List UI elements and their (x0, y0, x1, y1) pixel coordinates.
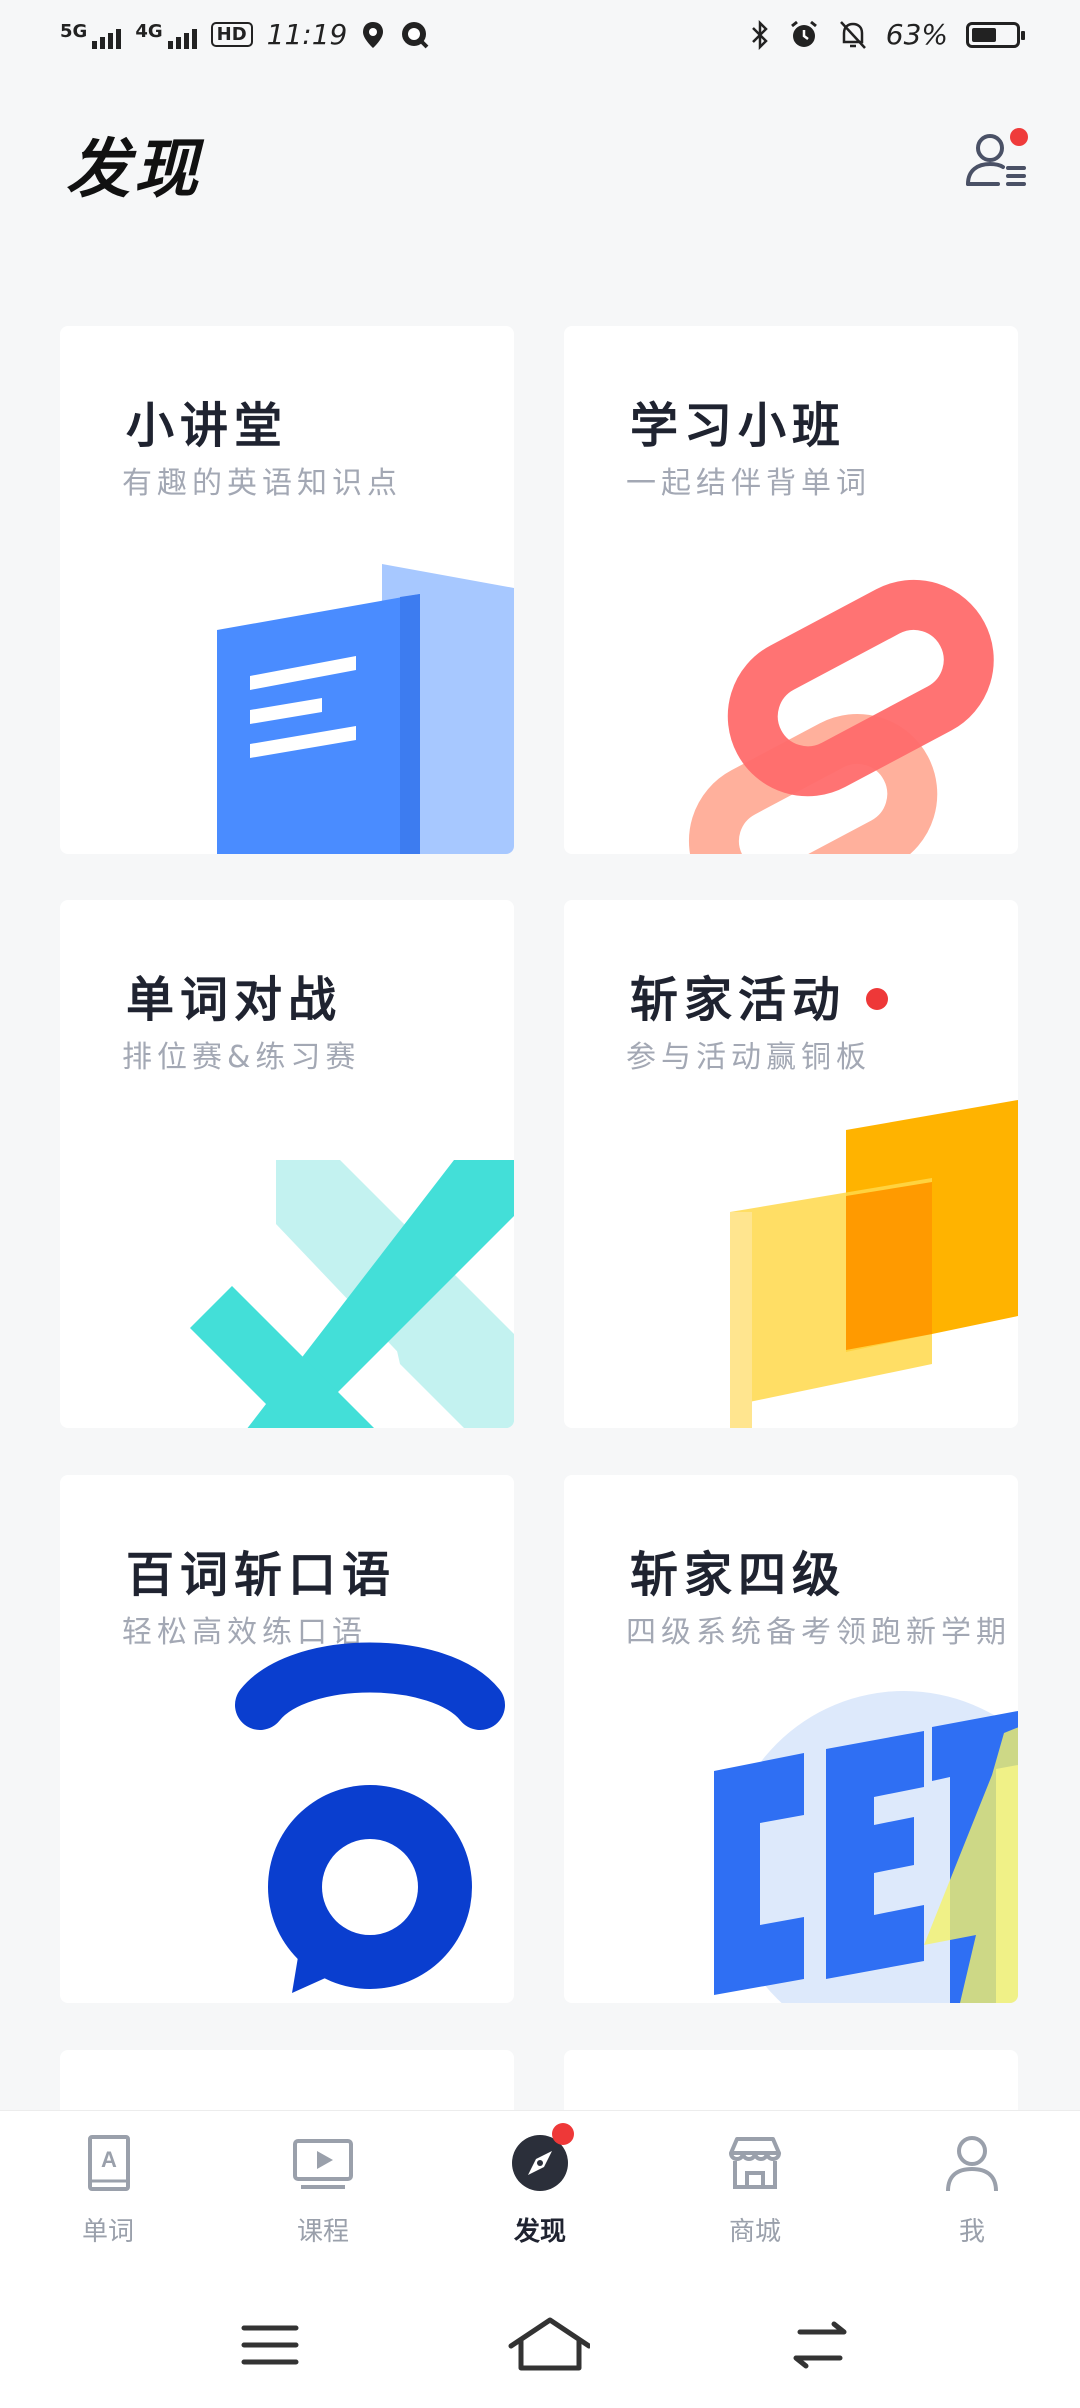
speech-logo-icon (235, 1642, 505, 1993)
signal-5g-icon: 5G (60, 21, 122, 49)
nav-label: 我 (958, 2217, 985, 2247)
signal-4g-icon: 4G (135, 21, 197, 49)
card-cet4[interactable]: 斩家四级 四级系统备考领跑新学期 (564, 1475, 1018, 2003)
cet4-icon (714, 1691, 1018, 2003)
video-icon (293, 2139, 353, 2189)
card-study-group[interactable]: 学习小班 一起结伴背单词 (564, 326, 1018, 854)
document-icon (217, 564, 514, 854)
notification-dot (552, 2123, 574, 2145)
nav-label: 商城 (728, 2217, 781, 2247)
nav-item-courses[interactable]: 课程 (263, 2131, 383, 2248)
back-icon[interactable] (780, 2310, 860, 2380)
person-icon (946, 2136, 998, 2192)
mute-icon (839, 20, 866, 49)
book-icon: A (88, 2135, 130, 2191)
flag-icon (730, 1100, 1018, 1428)
bottom-nav: A 单词 课程 发现 商城 我 (0, 2110, 1080, 2281)
home-icon[interactable] (500, 2310, 590, 2380)
nav-item-me[interactable]: 我 (912, 2131, 1032, 2248)
card-mini-lecture[interactable]: 小讲堂 有趣的英语知识点 (60, 326, 514, 854)
card-events[interactable]: 斩家活动 参与活动赢铜板 (564, 900, 1018, 1428)
status-bar: 5G 4G HD 11:19 63% (0, 0, 1080, 80)
page-title: 发现 (66, 133, 202, 207)
bluetooth-icon (751, 19, 768, 50)
status-time: 11:19 (266, 18, 348, 51)
location-icon (363, 21, 384, 48)
nav-item-store[interactable]: 商城 (695, 2131, 815, 2248)
system-nav-bar (0, 2280, 1080, 2408)
card-speaking[interactable]: 百词斩口语 轻松高效练口语 (60, 1475, 514, 2003)
menu-icon[interactable] (230, 2310, 310, 2380)
hd-badge: HD (210, 22, 253, 47)
card-word-battle[interactable]: 单词对战 排位赛&练习赛 (60, 900, 514, 1428)
app-notification-icon (402, 21, 429, 48)
alarm-icon (790, 20, 817, 47)
store-icon (729, 2137, 781, 2189)
chain-link-icon (688, 579, 994, 854)
nav-item-words[interactable]: A 单词 (48, 2131, 168, 2248)
nav-label: 发现 (513, 2217, 566, 2247)
nav-item-discover[interactable]: 发现 (480, 2123, 600, 2248)
battery-percent: 63% (885, 18, 948, 51)
svg-text:A: A (101, 2147, 117, 2172)
profile-menu-button[interactable] (962, 126, 1032, 196)
notification-dot (1010, 128, 1028, 146)
battery-icon (966, 21, 1025, 48)
nav-label: 单词 (81, 2217, 134, 2247)
nav-label: 课程 (296, 2217, 349, 2247)
swords-icon (190, 1160, 514, 1428)
